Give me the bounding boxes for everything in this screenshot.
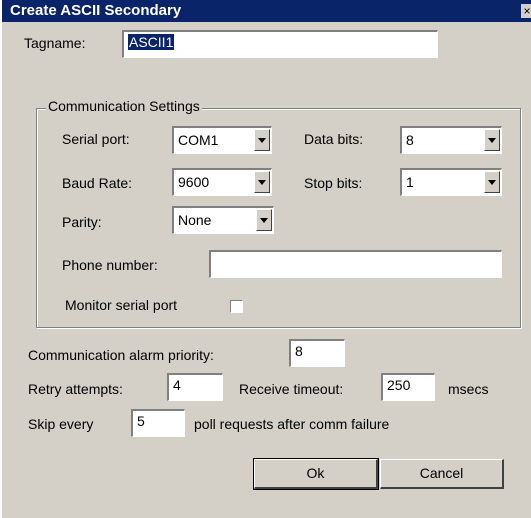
data-bits-select[interactable]: 8 [400,126,502,154]
parity-label: Parity: [62,214,102,230]
receive-timeout-field[interactable]: 250 [381,373,435,401]
stop-bits-value: 1 [406,174,414,190]
alarm-priority-value: 8 [295,343,303,359]
parity-value: None [178,212,212,228]
monitor-serial-port-checkbox[interactable] [230,300,243,313]
baud-rate-select[interactable]: 9600 [172,168,272,196]
cancel-button[interactable]: Cancel [380,459,504,489]
chevron-down-icon[interactable] [254,129,270,151]
serial-port-select[interactable]: COM1 [172,126,272,154]
phone-number-field[interactable] [209,250,502,278]
serial-port-value: COM1 [178,132,219,148]
retry-attempts-value: 4 [173,377,181,393]
skip-every-field[interactable]: 5 [131,409,185,437]
parity-select[interactable]: None [172,206,274,234]
serial-port-label: Serial port: [62,131,130,147]
retry-attempts-field[interactable]: 4 [167,373,223,401]
baud-rate-label: Baud Rate: [62,175,133,191]
window-title: Create ASCII Secondary [10,2,182,19]
data-bits-value: 8 [406,132,414,148]
title-bar[interactable]: Create ASCII Secondary × [2,0,531,22]
chevron-down-icon[interactable] [254,171,270,193]
alarm-priority-label: Communication alarm priority: [28,347,214,363]
retry-attempts-label: Retry attempts: [28,381,123,397]
tagname-value: ASCII1 [128,34,175,50]
stop-bits-label: Stop bits: [304,175,363,191]
skip-every-suffix: poll requests after comm failure [194,416,390,432]
phone-number-label: Phone number: [62,257,158,273]
chevron-down-icon[interactable] [484,171,500,193]
communication-settings-legend: Communication Settings [46,98,202,114]
receive-timeout-label: Receive timeout: [239,381,344,397]
tagname-label: Tagname: [24,35,86,51]
receive-timeout-unit: msecs [448,381,489,397]
receive-timeout-value: 250 [387,377,411,393]
tagname-field[interactable]: ASCII1 [122,30,438,58]
close-icon[interactable]: × [521,4,531,18]
monitor-serial-port-label: Monitor serial port [65,297,178,313]
chevron-down-icon[interactable] [484,129,500,151]
skip-every-value: 5 [137,413,145,429]
dialog-window: Create ASCII Secondary × Tagname: ASCII1… [0,0,531,518]
ok-button[interactable]: Ok [253,458,379,490]
data-bits-label: Data bits: [304,131,364,147]
stop-bits-select[interactable]: 1 [400,168,502,196]
skip-every-label: Skip every [28,416,94,432]
chevron-down-icon[interactable] [256,209,272,231]
baud-rate-value: 9600 [178,174,210,190]
alarm-priority-field[interactable]: 8 [289,339,345,367]
